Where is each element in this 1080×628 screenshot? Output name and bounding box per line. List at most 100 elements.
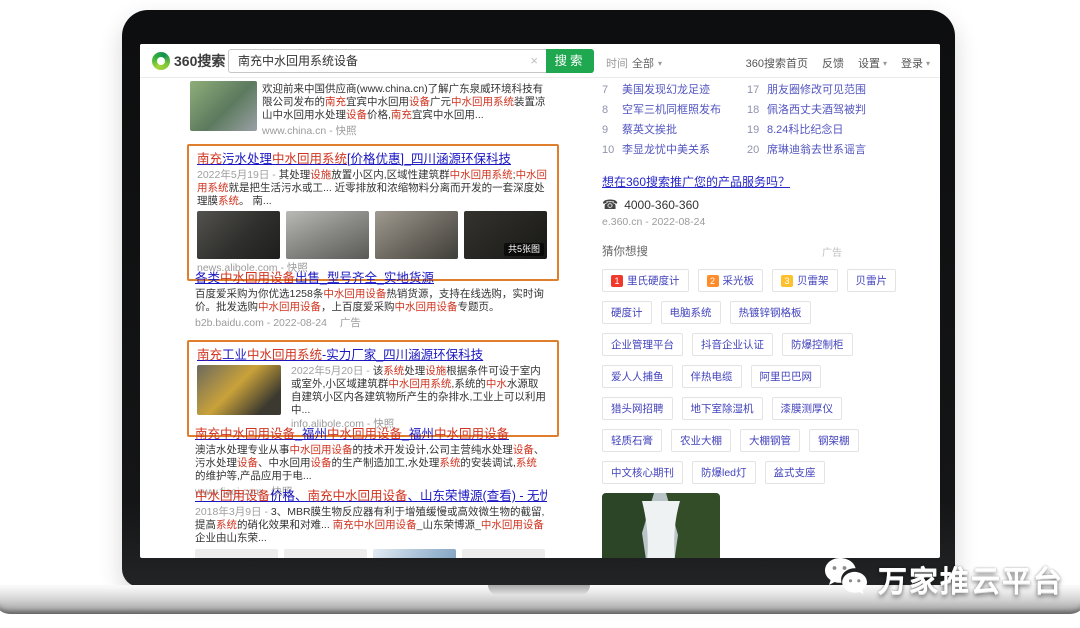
result-title-link[interactable]: 南充中水回用设备_福州中水回用设备_福州中水回用设备 [195, 426, 547, 442]
related-search-tag[interactable]: 电脑系统 [661, 301, 721, 324]
rank-1-badge: 1 [611, 275, 623, 287]
search-result: 中水回用设备价格、南充中水回用设备、山东荣博源(查看) - 无忧... 2018… [195, 488, 547, 558]
related-search-tag[interactable]: 伴热电缆 [682, 365, 742, 388]
result-title-link[interactable]: 各类中水回用设备出售_型号齐全_实地货源 [195, 270, 547, 286]
time-filter-dropdown[interactable]: 时间 全部 ▾ [606, 55, 662, 71]
search-result: 各类中水回用设备出售_型号齐全_实地货源 百度爱采购为你优选1258条中水回用设… [195, 270, 547, 329]
related-search-tag[interactable]: 抖音企业认证 [692, 333, 773, 356]
promo-block: 想在360搜索推广您的产品服务吗？ ☎ 4000-360-360 e.360.c… [602, 173, 884, 228]
hot-search-item[interactable]: 8 空军三机同框照发布 [602, 100, 739, 120]
photo-count-badge: 共5张图 [504, 243, 544, 256]
search-button[interactable]: 搜索 [546, 49, 594, 73]
search-input[interactable]: 南充中水回用系统设备 × [228, 49, 546, 73]
hot-search-item[interactable]: 20 席琳迪翁去世系谣言 [747, 140, 884, 160]
watermark: 万家推云平台 [823, 556, 1064, 601]
result-source: b2b.baidu.com - 2022-08-24 广告 [195, 317, 547, 329]
result-thumbnail[interactable] [190, 81, 257, 131]
nav-settings-dropdown[interactable]: 设置 ▾ [858, 55, 887, 71]
result-thumbnail[interactable] [286, 211, 369, 259]
hot-search-item[interactable]: 10 李显龙忧中美关系 [602, 140, 739, 160]
hot-search-item[interactable]: 17 朋友圈修改可见范围 [747, 80, 884, 100]
top-nav: 360搜索首页 反馈 设置 ▾ 登录 ▾ [746, 55, 930, 71]
time-filter-value: 全部 [632, 55, 654, 71]
hot-search-list: 7 美国发现幻龙足迹 8 空军三机同框照发布 9 蔡英文挨批 10 [602, 80, 884, 160]
result-snippet: 欢迎前来中国供应商(www.china.cn)了解广东泉威环境科技有限公司发布的… [262, 83, 548, 122]
chevron-down-icon: ▾ [658, 59, 662, 68]
ad-label: 广告 [340, 317, 361, 329]
related-search-tag[interactable]: 猎头网招聘 [602, 397, 673, 420]
chevron-down-icon: ▾ [883, 59, 887, 68]
related-search-tag[interactable]: 3 贝雷架 [772, 269, 838, 292]
laptop-bezel: 360搜索 南充中水回用系统设备 × 搜索 时间 全部 ▾ 360搜索首页 反馈… [122, 10, 955, 587]
result-snippet: 2018年3月9日 - 3、MBR膜生物反应器有利于增殖缓慢或高效微生物的截留,… [195, 506, 547, 545]
result-thumbnail[interactable] [375, 211, 458, 259]
highlighted-result-box: 南充工业中水回用系统-实力厂家_四川涵源环保科技 2022年5月20日 - 该系… [187, 340, 559, 437]
hot-search-item[interactable]: 9 蔡英文挨批 [602, 120, 739, 140]
related-search-tag[interactable]: 贝雷片 [847, 269, 897, 292]
related-search-tag[interactable]: 爱人人捕鱼 [602, 365, 673, 388]
related-search-tag[interactable]: 2 采光板 [698, 269, 764, 292]
related-search-tag[interactable]: 热镀锌钢格板 [730, 301, 811, 324]
rank-3-badge: 3 [781, 275, 793, 287]
related-search-tag[interactable]: 阿里巴巴网 [751, 365, 822, 388]
related-search-tag[interactable]: 地下室除湿机 [682, 397, 763, 420]
result-snippet: 2022年5月19日 - 其处理设施放置小区内,区域性建筑群中水回用系统;中水回… [197, 169, 549, 208]
laptop-base-notch [488, 585, 590, 595]
result-thumbnail[interactable] [373, 549, 456, 558]
related-search-tag[interactable]: 硬度计 [602, 301, 652, 324]
clear-icon[interactable]: × [530, 50, 538, 72]
search-result: 欢迎前来中国供应商(www.china.cn)了解广东泉威环境科技有限公司发布的… [190, 81, 548, 137]
browser-screen: 360搜索 南充中水回用系统设备 × 搜索 时间 全部 ▾ 360搜索首页 反馈… [140, 44, 940, 558]
related-search-tag[interactable]: 盆式支座 [765, 461, 825, 484]
result-thumbnail[interactable] [284, 549, 367, 558]
result-thumbnail[interactable] [462, 549, 545, 558]
promo-source: e.360.cn - 2022-08-24 [602, 216, 884, 228]
result-title-link[interactable]: 南充污水处理中水回用系统[价格优惠]_四川涵源环保科技 [197, 151, 549, 167]
related-search-tag[interactable]: 1 里氏硬度计 [602, 269, 689, 292]
search-query-text: 南充中水回用系统设备 [229, 50, 546, 72]
logo-text: 360搜索 [174, 51, 225, 71]
chevron-down-icon: ▾ [926, 59, 930, 68]
result-thumbnail[interactable] [197, 211, 280, 259]
phone-icon: ☎ [602, 197, 618, 213]
result-photo-strip: 共5张图 [197, 211, 549, 259]
ad-label: 广告 [822, 244, 842, 259]
result-title-link[interactable]: 中水回用设备价格、南充中水回用设备、山东荣博源(查看) - 无忧... [195, 488, 547, 504]
guess-search-heading: 猜你想搜 [602, 243, 648, 259]
wechat-icon [823, 556, 869, 601]
result-snippet: 百度爱采购为你优选1258条中水回用设备热销货源，支持在线选购，实时询价。批发选… [195, 288, 547, 314]
related-search-tag[interactable]: 防爆控制柜 [782, 333, 853, 356]
nav-feedback-link[interactable]: 反馈 [822, 55, 844, 71]
related-search-tag[interactable]: 大棚钢管 [740, 429, 800, 452]
related-search-tag[interactable]: 轻质石膏 [602, 429, 662, 452]
result-snippet: 2022年5月20日 - 该系统处理设施根据条件可设于室内或室外,小区域建筑群中… [291, 365, 547, 417]
watermark-brand: 万家推云平台 [878, 558, 1064, 600]
result-thumbnail[interactable] [195, 549, 278, 558]
nav-login-dropdown[interactable]: 登录 ▾ [901, 55, 930, 71]
result-snippet: 澳洁水处理专业从事中水回用设备的技术开发设计,公司主营纯水处理设备、污水处理设备… [195, 444, 547, 483]
nav-home-link[interactable]: 360搜索首页 [746, 55, 808, 71]
laptop-mockup: 360搜索 南充中水回用系统设备 × 搜索 时间 全部 ▾ 360搜索首页 反馈… [0, 0, 1080, 628]
360-logo[interactable]: 360搜索 [152, 51, 225, 71]
related-search-tag[interactable]: 农业大棚 [671, 429, 731, 452]
scenic-image[interactable] [602, 493, 720, 558]
result-thumbnail[interactable] [197, 365, 281, 415]
right-rail: 7 美国发现幻龙足迹 8 空军三机同框照发布 9 蔡英文挨批 10 [602, 80, 884, 558]
360-logo-icon [152, 52, 170, 70]
hot-search-item[interactable]: 19 8.24科比纪念日 [747, 120, 884, 140]
related-search-tag[interactable]: 企业管理平台 [602, 333, 683, 356]
result-source: www.china.cn - 快照 [262, 125, 548, 137]
hot-search-item[interactable]: 7 美国发现幻龙足迹 [602, 80, 739, 100]
related-search-tag[interactable]: 中文核心期刊 [602, 461, 683, 484]
result-title-link[interactable]: 南充工业中水回用系统-实力厂家_四川涵源环保科技 [197, 347, 549, 363]
related-search-tag[interactable]: 漆膜测厚仪 [772, 397, 843, 420]
result-photo-strip [195, 549, 547, 558]
hot-search-item[interactable]: 18 佩洛西丈夫酒驾被判 [747, 100, 884, 120]
highlighted-result-box: 南充污水处理中水回用系统[价格优惠]_四川涵源环保科技 2022年5月19日 -… [187, 144, 559, 281]
related-search-tags: 1 里氏硬度计 2 采光板 3 贝雷架 贝雷片 [602, 269, 884, 484]
related-search-tag[interactable]: 钢架棚 [809, 429, 859, 452]
promo-link[interactable]: 想在360搜索推广您的产品服务吗？ [602, 173, 884, 190]
promo-phone-number: 4000-360-360 [624, 198, 699, 212]
result-thumbnail[interactable]: 共5张图 [464, 211, 547, 259]
related-search-tag[interactable]: 防爆led灯 [692, 461, 756, 484]
